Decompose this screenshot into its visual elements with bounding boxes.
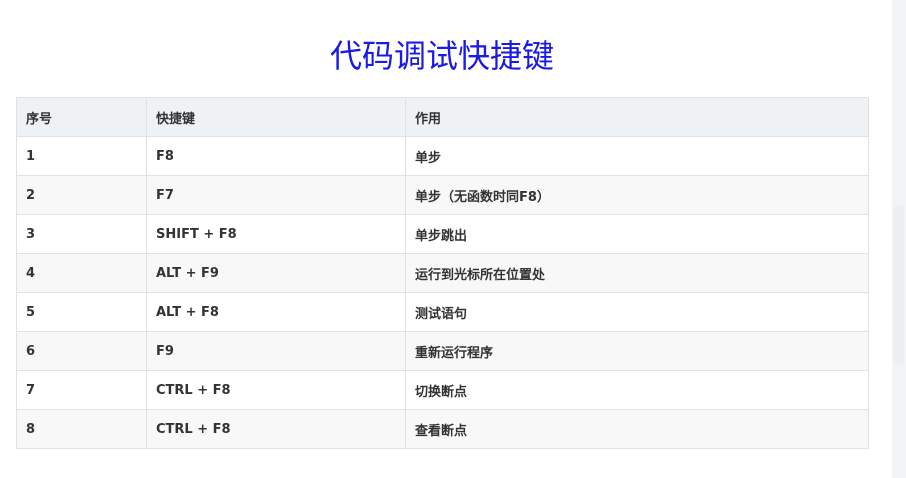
cell-action: 运行到光标所在位置处 <box>405 253 869 293</box>
page-scrollbar[interactable] <box>892 0 906 478</box>
cell-action: 查看断点 <box>405 409 869 449</box>
table-row: 8 CTRL + F8 查看断点 <box>16 409 869 449</box>
table-header-row: 序号 快捷键 作用 <box>16 97 869 137</box>
cell-index: 4 <box>16 253 147 293</box>
cell-index: 1 <box>16 136 147 176</box>
header-index: 序号 <box>16 97 147 137</box>
cell-shortcut: ALT + F9 <box>146 253 406 293</box>
cell-index: 8 <box>16 409 147 449</box>
table-row: 3 SHIFT + F8 单步跳出 <box>16 214 869 254</box>
cell-shortcut: F7 <box>146 175 406 215</box>
cell-action: 单步 <box>405 136 869 176</box>
cell-shortcut: CTRL + F8 <box>146 409 406 449</box>
table-row: 6 F9 重新运行程序 <box>16 331 869 371</box>
cell-action: 单步（无函数时同F8） <box>405 175 869 215</box>
header-action: 作用 <box>405 97 869 137</box>
table-row: 2 F7 单步（无函数时同F8） <box>16 175 869 215</box>
table-row: 5 ALT + F8 测试语句 <box>16 292 869 332</box>
cell-shortcut: F8 <box>146 136 406 176</box>
page-title: 代码调试快捷键 <box>329 37 554 75</box>
table-row: 4 ALT + F9 运行到光标所在位置处 <box>16 253 869 293</box>
cell-shortcut: F9 <box>146 331 406 371</box>
cell-shortcut: ALT + F8 <box>146 292 406 332</box>
cell-index: 6 <box>16 331 147 371</box>
cell-action: 测试语句 <box>405 292 869 332</box>
cell-action: 重新运行程序 <box>405 331 869 371</box>
cell-shortcut: SHIFT + F8 <box>146 214 406 254</box>
cell-index: 5 <box>16 292 147 332</box>
table-row: 1 F8 单步 <box>16 136 869 176</box>
table-row: 7 CTRL + F8 切换断点 <box>16 370 869 410</box>
cell-action: 单步跳出 <box>405 214 869 254</box>
cell-shortcut: CTRL + F8 <box>146 370 406 410</box>
page: 代码调试快捷键 序号 快捷键 作用 1 F8 单步 2 F7 单步（无函数时同F… <box>0 0 906 478</box>
cell-index: 3 <box>16 214 147 254</box>
scrollbar-thumb[interactable] <box>894 205 904 365</box>
cell-index: 7 <box>16 370 147 410</box>
cell-index: 2 <box>16 175 147 215</box>
cell-action: 切换断点 <box>405 370 869 410</box>
header-shortcut: 快捷键 <box>146 97 406 137</box>
shortcut-table: 序号 快捷键 作用 1 F8 单步 2 F7 单步（无函数时同F8） 3 SHI… <box>16 97 869 449</box>
